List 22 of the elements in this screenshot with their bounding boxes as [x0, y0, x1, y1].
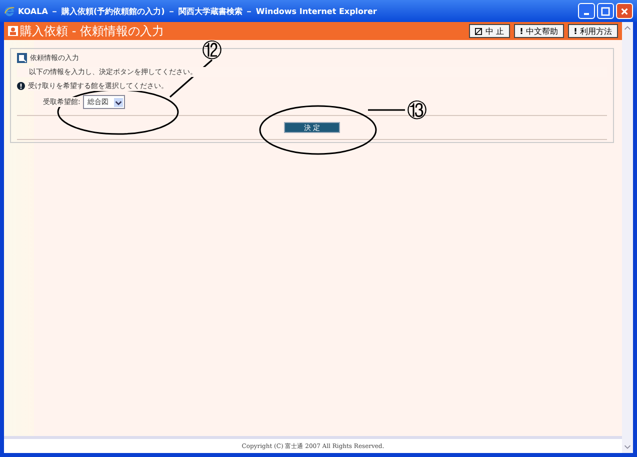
close-button[interactable]	[616, 3, 633, 19]
info-icon	[17, 82, 25, 90]
help-button[interactable]: 利用方法	[568, 24, 618, 38]
form-icon	[17, 53, 27, 63]
maximize-button[interactable]	[597, 3, 614, 19]
page-title: 購入依頼 - 依頼情報の入力	[20, 22, 164, 40]
window-title: KOALA － 購入依頼(予約依頼館の入力) － 関西大学蔵書検索 － Windows Internet Explorer	[18, 6, 377, 16]
browser-logo-icon	[4, 6, 15, 16]
dropdown-arrow-icon	[114, 98, 124, 106]
close-icon	[620, 6, 629, 16]
minimize-icon	[584, 12, 589, 14]
stop-icon	[475, 28, 482, 34]
minimize-button[interactable]	[578, 3, 595, 19]
cancel-button[interactable]: 中 止	[469, 24, 510, 38]
person-icon	[8, 26, 18, 36]
maximize-icon	[601, 6, 610, 16]
exclamation-icon	[520, 27, 523, 35]
callout-number: ⑬	[407, 100, 427, 120]
help-button[interactable]: 中文帮助	[514, 24, 564, 38]
leader-line	[368, 109, 405, 111]
callout-number: ⑫	[202, 40, 222, 60]
exclamation-icon	[574, 27, 577, 35]
